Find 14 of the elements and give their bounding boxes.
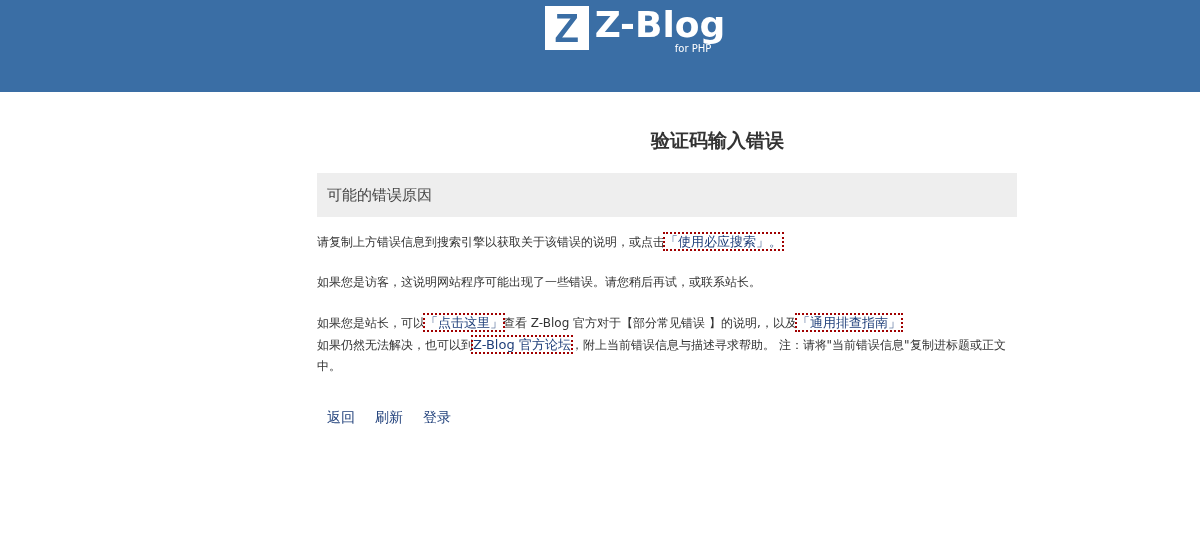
- section-heading: 可能的错误原因: [327, 184, 432, 206]
- paragraph: 如果您是访客，这说明网站程序可能出现了一些错误。请您稍后再试，或联系站长。: [317, 274, 762, 291]
- text-link[interactable]: Z-Blog 官方论坛: [473, 337, 571, 352]
- logo-icon: Z: [544, 6, 589, 50]
- logo-subtitle: for PHP: [674, 44, 712, 54]
- page-title: 验证码输入错误: [649, 128, 785, 153]
- logo-text: Z-Blog: [594, 6, 726, 44]
- text-link[interactable]: 「使用必应搜索」。: [665, 234, 782, 249]
- text-link[interactable]: 「点击这里」: [425, 315, 503, 330]
- text-link[interactable]: 「通用排查指南」: [796, 315, 901, 330]
- paragraph: 请复制上方错误信息到搜索引擎以获取关于该错误的说明，或点击「使用必应搜索」。: [317, 233, 783, 251]
- action-link[interactable]: 登录: [423, 407, 451, 428]
- action-link[interactable]: 刷新: [375, 407, 403, 428]
- action-link[interactable]: 返回: [327, 407, 355, 428]
